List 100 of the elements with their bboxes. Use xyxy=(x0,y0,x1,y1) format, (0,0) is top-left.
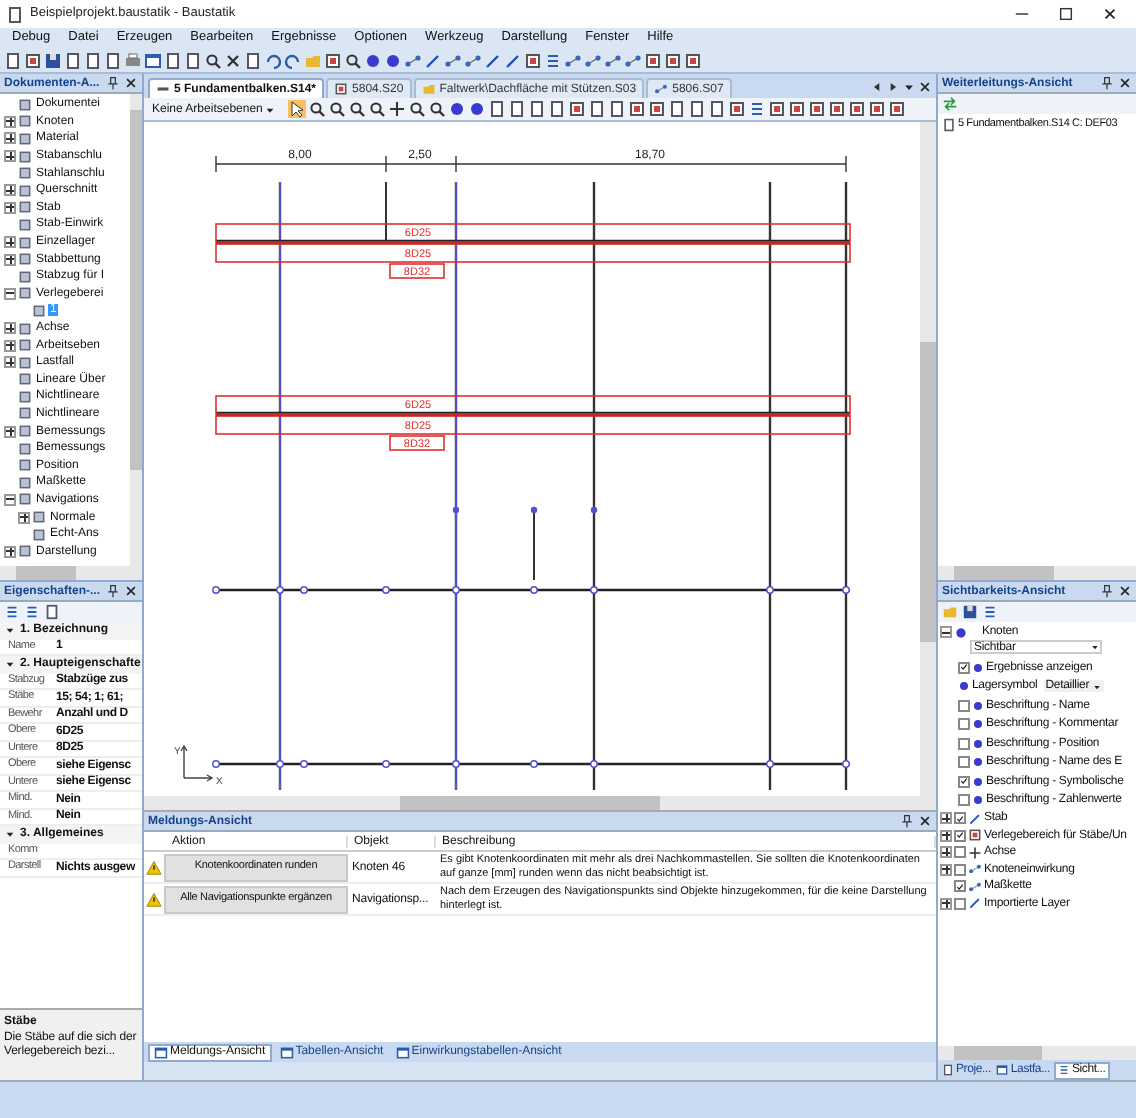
frame-icon[interactable] xyxy=(728,100,747,118)
list-icon[interactable] xyxy=(748,100,767,118)
page-icon[interactable] xyxy=(244,52,262,70)
panel-icon[interactable] xyxy=(144,52,162,70)
checkbox[interactable] xyxy=(954,812,966,825)
arrows-icon[interactable] xyxy=(942,96,958,112)
expander-toggle[interactable] xyxy=(4,201,16,214)
magnifier-icon[interactable] xyxy=(204,52,222,70)
frame-icon[interactable] xyxy=(524,52,542,70)
horizontal-scrollbar[interactable] xyxy=(938,566,1136,580)
cursor-icon[interactable] xyxy=(288,100,307,118)
node-graph-icon[interactable] xyxy=(404,52,422,70)
maximize-icon[interactable] xyxy=(1058,6,1074,22)
horizontal-scrollbar[interactable] xyxy=(0,566,142,580)
line-icon[interactable] xyxy=(484,52,502,70)
checkbox[interactable] xyxy=(954,897,966,910)
expander-toggle[interactable] xyxy=(4,253,16,266)
page-icon[interactable] xyxy=(4,52,22,70)
redo-icon[interactable] xyxy=(284,52,302,70)
expander-toggle[interactable] xyxy=(4,339,16,352)
node-graph-icon[interactable] xyxy=(624,52,642,70)
pin-icon[interactable] xyxy=(900,814,914,828)
close-icon[interactable] xyxy=(1118,584,1132,598)
rebar-outline[interactable] xyxy=(215,395,851,415)
close-icon[interactable] xyxy=(918,80,932,94)
list-icon[interactable] xyxy=(24,604,40,620)
node-graph-icon[interactable] xyxy=(584,52,602,70)
close-icon[interactable] xyxy=(918,814,932,828)
node-graph-icon[interactable] xyxy=(604,52,622,70)
expander-toggle[interactable] xyxy=(18,511,30,524)
expander-toggle[interactable] xyxy=(4,493,16,506)
frame-icon[interactable] xyxy=(24,52,42,70)
pin-icon[interactable] xyxy=(1100,584,1114,598)
rebar-outline[interactable] xyxy=(215,223,851,243)
horizontal-scrollbar[interactable] xyxy=(938,1046,1136,1060)
expander-toggle[interactable] xyxy=(940,897,952,910)
expander-toggle[interactable] xyxy=(4,356,16,369)
expander-toggle[interactable] xyxy=(4,115,16,128)
cross-icon[interactable] xyxy=(224,52,242,70)
pin-icon[interactable] xyxy=(106,76,120,90)
expander-toggle[interactable] xyxy=(940,829,952,842)
rebar-outline[interactable] xyxy=(215,415,851,435)
rebar-outline[interactable] xyxy=(215,243,851,263)
caret-icon[interactable] xyxy=(4,828,16,841)
magnifier-icon[interactable] xyxy=(428,100,447,118)
expander-toggle[interactable] xyxy=(4,184,16,197)
line-icon[interactable] xyxy=(504,52,522,70)
node-graph-icon[interactable] xyxy=(444,52,462,70)
vertical-scrollbar[interactable] xyxy=(920,122,936,796)
magnifier-icon[interactable] xyxy=(328,100,347,118)
checkbox[interactable] xyxy=(954,846,966,859)
expander-toggle[interactable] xyxy=(940,863,952,876)
structure-drawing[interactable] xyxy=(212,181,850,791)
magnifier-icon[interactable] xyxy=(408,100,427,118)
pin-icon[interactable] xyxy=(106,584,120,598)
checkbox[interactable] xyxy=(958,699,970,712)
expander-toggle[interactable] xyxy=(4,287,16,300)
expander-toggle[interactable] xyxy=(4,132,16,145)
horizontal-scrollbar[interactable] xyxy=(144,796,936,812)
pin-icon[interactable] xyxy=(1100,76,1114,90)
list-icon[interactable] xyxy=(982,604,998,620)
frame-icon[interactable] xyxy=(568,100,587,118)
vertical-scrollbar[interactable] xyxy=(130,94,142,566)
right-arrow-icon[interactable] xyxy=(886,80,900,94)
left-arrow-icon[interactable] xyxy=(870,80,884,94)
caret-icon[interactable] xyxy=(4,658,16,671)
magnifier-icon[interactable] xyxy=(368,100,387,118)
line-icon[interactable] xyxy=(424,52,442,70)
expander-toggle[interactable] xyxy=(4,322,16,335)
checkbox[interactable] xyxy=(954,880,966,893)
node-graph-icon[interactable] xyxy=(464,52,482,70)
caret-icon[interactable] xyxy=(902,80,916,94)
undo-icon[interactable] xyxy=(264,52,282,70)
checkbox[interactable] xyxy=(958,661,970,674)
frame-icon[interactable] xyxy=(324,52,342,70)
list-icon[interactable] xyxy=(4,604,20,620)
expander-toggle[interactable] xyxy=(940,626,952,638)
close-icon[interactable] xyxy=(124,584,138,598)
caret-icon[interactable] xyxy=(4,624,16,637)
printer-icon[interactable] xyxy=(124,52,142,70)
magnifier-icon[interactable] xyxy=(348,100,367,118)
checkbox[interactable] xyxy=(958,775,970,788)
crosshair-icon[interactable] xyxy=(388,100,407,118)
expander-toggle[interactable] xyxy=(940,812,952,825)
expander-toggle[interactable] xyxy=(940,846,952,859)
expander-toggle[interactable] xyxy=(4,150,16,163)
expander-toggle[interactable] xyxy=(4,236,16,249)
node-graph-icon[interactable] xyxy=(564,52,582,70)
page-icon[interactable] xyxy=(44,604,60,620)
list-icon[interactable] xyxy=(544,52,562,70)
close-icon[interactable] xyxy=(1102,6,1118,22)
checkbox[interactable] xyxy=(958,794,970,807)
checkbox[interactable] xyxy=(954,829,966,842)
magnifier-icon[interactable] xyxy=(344,52,362,70)
close-icon[interactable] xyxy=(124,76,138,90)
checkbox[interactable] xyxy=(954,863,966,876)
checkbox[interactable] xyxy=(958,718,970,731)
expander-toggle[interactable] xyxy=(4,425,16,438)
checkbox[interactable] xyxy=(958,737,970,750)
expander-toggle[interactable] xyxy=(4,545,16,558)
